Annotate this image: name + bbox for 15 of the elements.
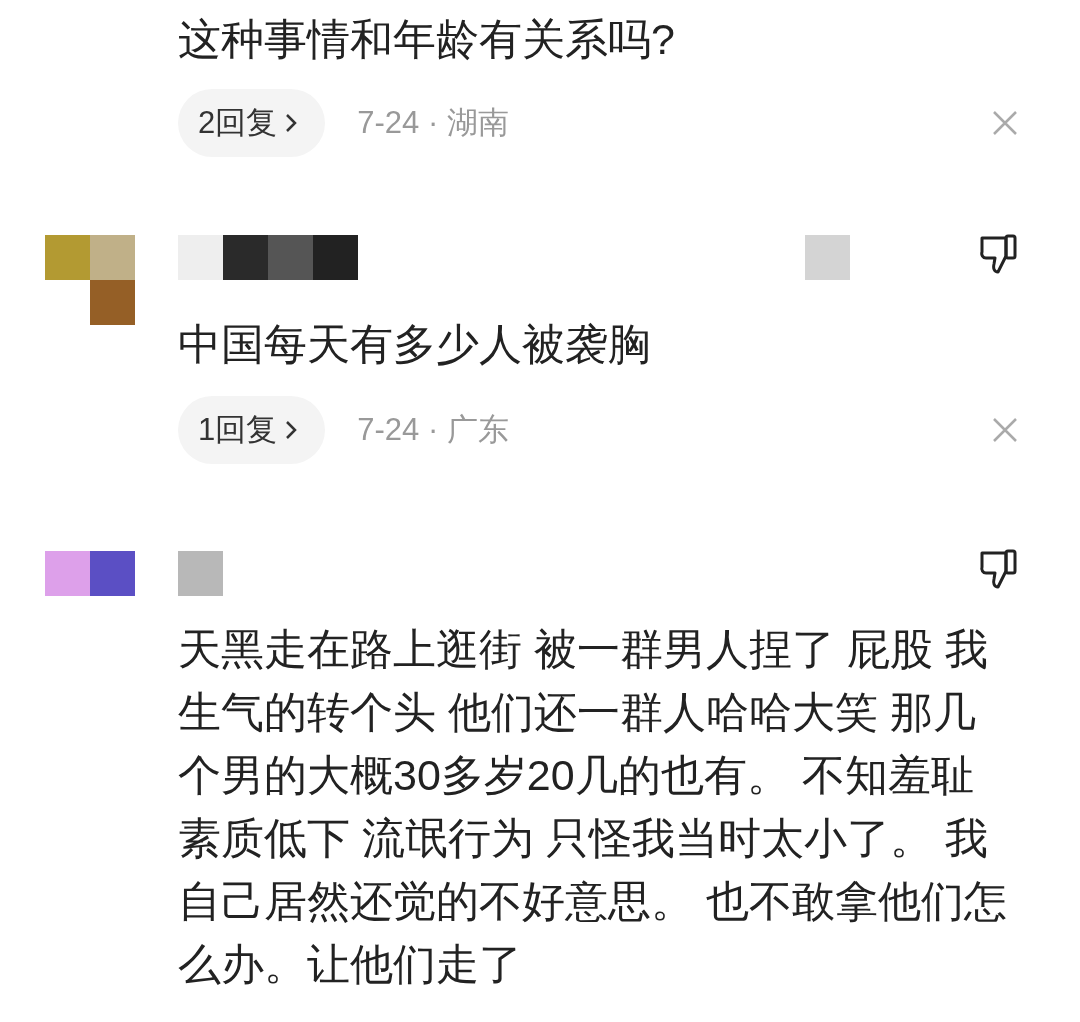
pixelated-avatar[interactable]: [45, 235, 135, 325]
chevron-icon: [285, 420, 298, 440]
replies-button[interactable]: 2回复: [178, 89, 326, 157]
replies-button[interactable]: 1回复: [178, 396, 326, 464]
comment-text: 中国每天有多少人被袭胸: [178, 319, 652, 370]
comment-text: 天黑走在路上逛街 被一群男人捏了 屁股 我生气的转个头 他们还一群人哈哈大笑 那几个男的大概30多岁20几的也有。 不知羞耻素质低下 流氓行为 只怪我当时太小了。 我自己居然还觉的不好意思。 也不敢拿他们怎么办。让他们走了: [178, 624, 1008, 990]
comment-meta: 7-24 · 湖南: [357, 103, 509, 142]
pixelated-badge: [805, 235, 850, 280]
chevron-icon: [285, 113, 298, 133]
pixelated-username: [178, 551, 223, 596]
pixelated-avatar[interactable]: [45, 551, 135, 596]
comment-meta: 7-24 · 广东: [357, 410, 509, 449]
dislike-icon[interactable]: [978, 232, 1018, 274]
dislike-icon[interactable]: [978, 547, 1018, 589]
comment-text: 这种事情和年龄有关系吗?: [178, 14, 676, 65]
